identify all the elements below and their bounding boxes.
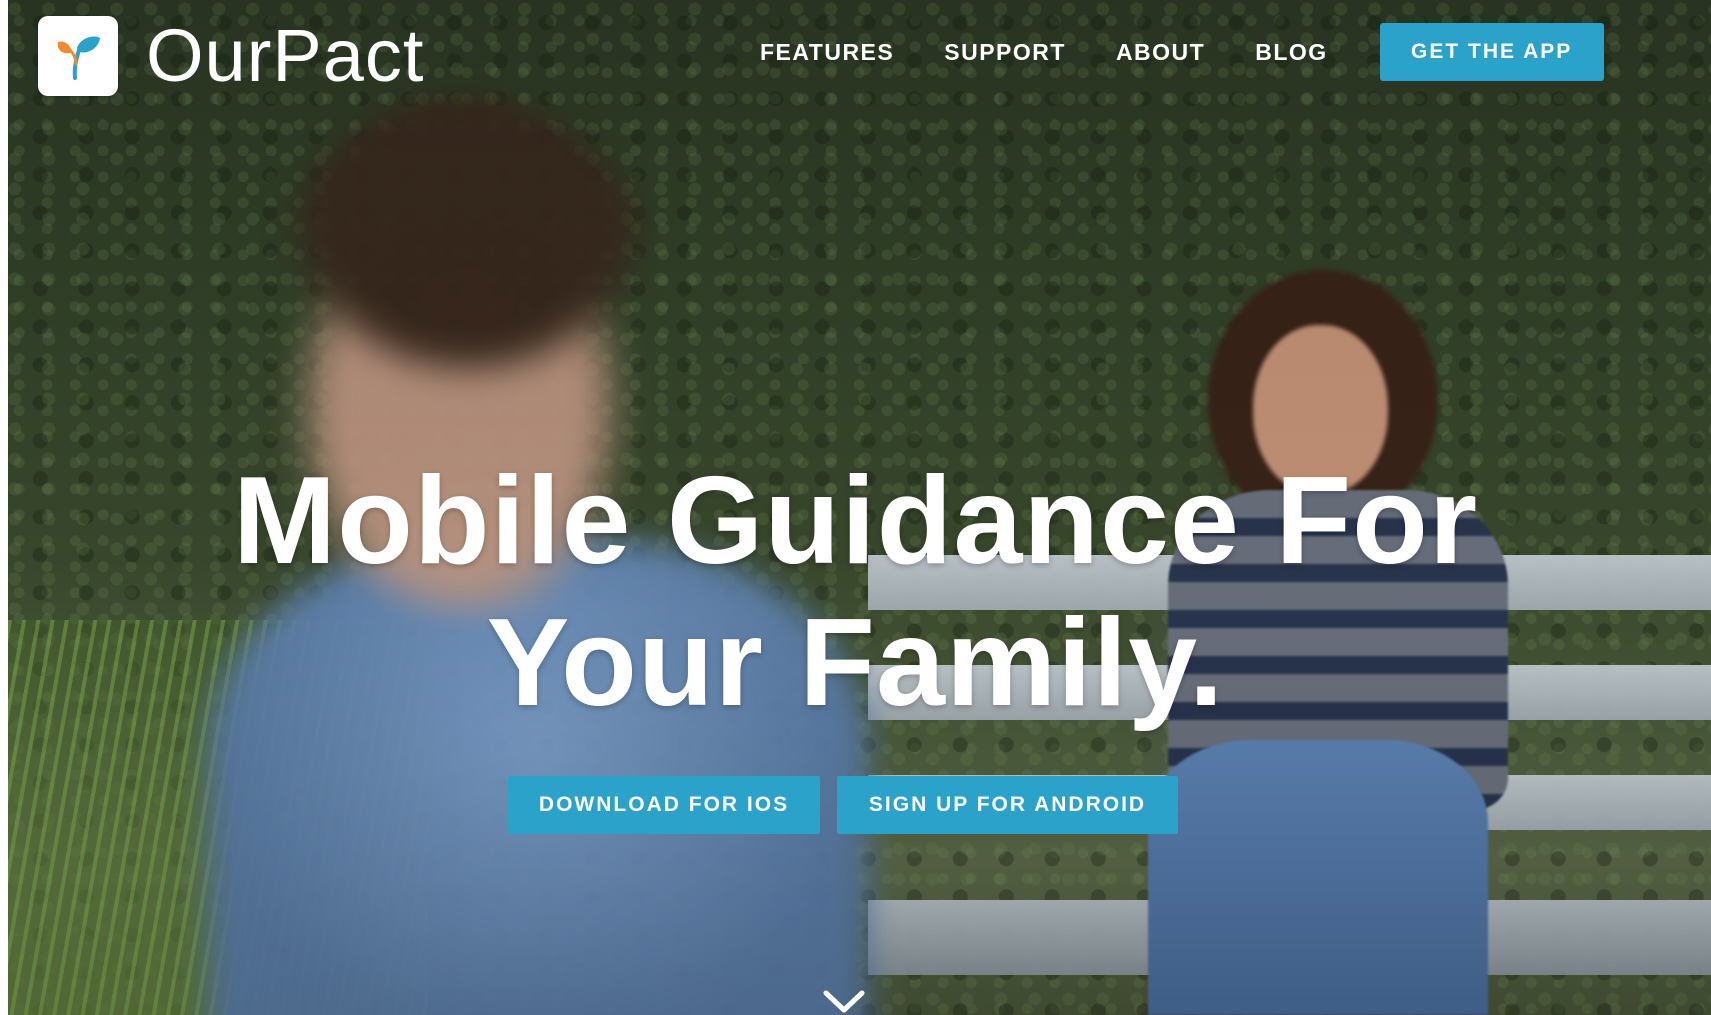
download-ios-button[interactable]: DOWNLOAD FOR IOS: [508, 776, 820, 834]
hero-actions: DOWNLOAD FOR IOS SIGN UP FOR ANDROID: [508, 776, 1178, 834]
nav-link-support[interactable]: SUPPORT: [944, 39, 1066, 66]
nav-link-about[interactable]: ABOUT: [1116, 39, 1205, 66]
main-navigation: FEATURES SUPPORT ABOUT BLOG GET THE APP: [760, 22, 1604, 82]
hero-headline: Mobile Guidance For Your Family.: [0, 450, 1711, 734]
nav-link-features[interactable]: FEATURES: [760, 39, 894, 66]
leaf-icon: [38, 16, 118, 96]
get-the-app-button[interactable]: GET THE APP: [1379, 23, 1604, 81]
site-logo[interactable]: OurPact: [38, 16, 424, 96]
hero-headline-line-1: Mobile Guidance For: [232, 452, 1479, 590]
brand-name: OurPact: [146, 14, 425, 97]
nav-link-blog[interactable]: BLOG: [1255, 39, 1327, 66]
signup-android-button[interactable]: SIGN UP FOR ANDROID: [837, 776, 1178, 834]
hero-headline-line-2: Your Family.: [486, 594, 1225, 732]
chevron-down-icon[interactable]: [820, 990, 868, 1015]
